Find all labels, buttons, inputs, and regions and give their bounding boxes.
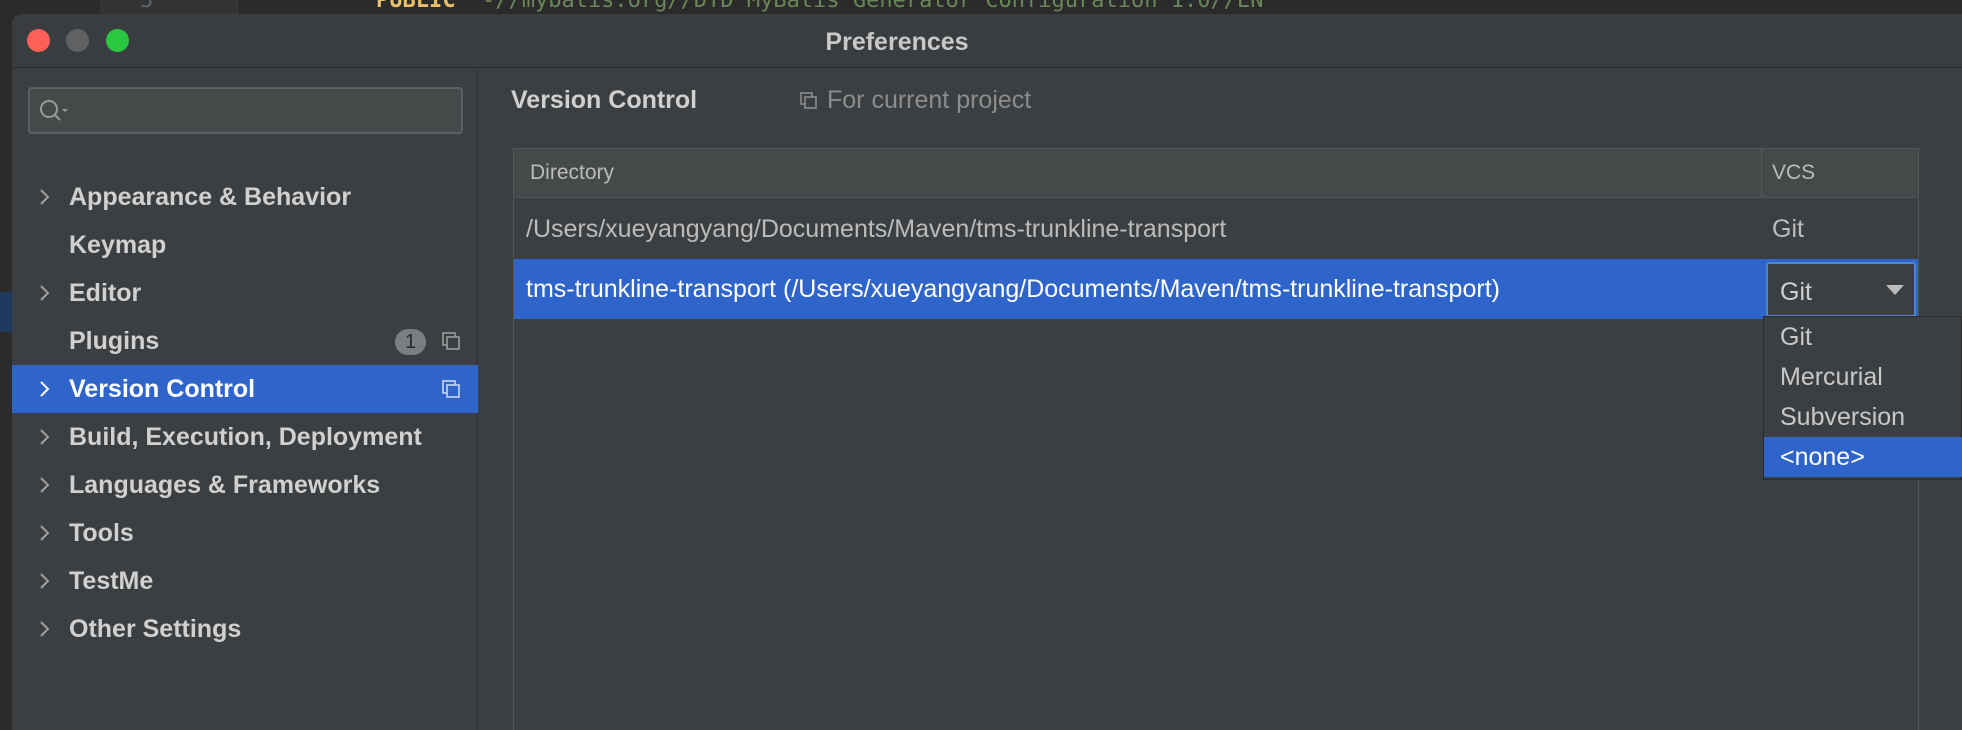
table-row[interactable]: /Users/xueyangyang/Documents/Maven/tms-t…	[514, 199, 1918, 259]
table-header: Directory VCS	[514, 149, 1918, 198]
sidebar-item-label: Editor	[69, 279, 142, 307]
vcs-select[interactable]: Git	[1766, 262, 1916, 317]
vcs-mappings-table: Directory VCS /Users/xueyangyang/Documen…	[513, 148, 1919, 730]
table-row-selected[interactable]: tms-trunkline-transport (/Users/xueyangy…	[514, 259, 1918, 319]
chevron-right-icon	[40, 189, 50, 205]
vcs-option-none[interactable]: <none>	[1764, 437, 1962, 477]
vcs-option-git[interactable]: Git	[1764, 317, 1962, 357]
title-bar: Preferences	[12, 14, 1962, 68]
vcs-dropdown-list: Git Mercurial Subversion <none>	[1763, 316, 1962, 480]
sidebar-item-editor[interactable]: Editor	[12, 269, 478, 317]
sidebar-item-build-execution-deployment[interactable]: Build, Execution, Deployment	[12, 413, 478, 461]
search-icon	[40, 100, 68, 121]
sidebar-item-label: Version Control	[69, 375, 256, 403]
sidebar-item-plugins[interactable]: Plugins 1	[12, 317, 478, 365]
option-label: Git	[1780, 323, 1812, 351]
sidebar-item-label: Build, Execution, Deployment	[69, 423, 422, 451]
scope-text: For current project	[827, 86, 1032, 114]
chevron-right-icon	[40, 429, 50, 445]
vcs-select-value: Git	[1780, 278, 1812, 306]
column-header-vcs[interactable]: VCS	[1772, 161, 1815, 185]
settings-sidebar: Appearance & Behavior Keymap Editor Plug…	[12, 69, 478, 730]
sidebar-item-appearance-behavior[interactable]: Appearance & Behavior	[12, 173, 478, 221]
project-scope-icon	[800, 91, 817, 109]
row-directory: /Users/xueyangyang/Documents/Maven/tms-t…	[526, 215, 1227, 243]
chevron-right-icon	[40, 573, 50, 589]
plugins-update-badge: 1	[395, 329, 426, 355]
project-scope-icon	[442, 380, 460, 398]
code-keyword: PUBLIC	[376, 0, 456, 13]
sidebar-item-label: Tools	[69, 519, 134, 547]
sidebar-item-testme[interactable]: TestMe	[12, 557, 478, 605]
sidebar-item-label: Languages & Frameworks	[69, 471, 381, 499]
window-title: Preferences	[825, 28, 969, 56]
sidebar-item-version-control[interactable]: Version Control	[12, 365, 478, 413]
sidebar-item-label: Plugins	[69, 327, 160, 355]
preferences-window: Preferences Appearance & Behavior Keymap…	[12, 14, 1962, 730]
chevron-right-icon	[40, 285, 50, 301]
editor-gutter	[100, 0, 238, 14]
row-vcs: Git	[1772, 215, 1804, 243]
option-label: Mercurial	[1780, 363, 1883, 391]
editor-line-number: 3	[140, 0, 154, 13]
column-header-directory[interactable]: Directory	[530, 161, 614, 185]
column-divider[interactable]	[1761, 149, 1762, 198]
chevron-right-icon	[40, 621, 50, 637]
settings-search-input[interactable]	[28, 87, 463, 134]
code-string: "-//mybatis.org//DTD MyBatis Generator C…	[468, 0, 1277, 13]
sidebar-item-label: TestMe	[69, 567, 154, 595]
settings-content: Version Control For current project Dire…	[479, 69, 1962, 730]
option-label: <none>	[1780, 443, 1865, 471]
sidebar-item-label: Appearance & Behavior	[69, 183, 352, 211]
sidebar-item-keymap[interactable]: Keymap	[12, 221, 478, 269]
background-editor: 3 PUBLIC "-//mybatis.org//DTD MyBatis Ge…	[0, 0, 1962, 14]
vcs-option-subversion[interactable]: Subversion	[1764, 397, 1962, 437]
sidebar-item-other-settings[interactable]: Other Settings	[12, 605, 478, 653]
option-label: Subversion	[1780, 403, 1906, 431]
vcs-option-mercurial[interactable]: Mercurial	[1764, 357, 1962, 397]
project-scope-icon	[442, 332, 460, 350]
chevron-right-icon	[40, 381, 50, 397]
editor-code-line: PUBLIC "-//mybatis.org//DTD MyBatis Gene…	[376, 0, 1277, 13]
row-directory: tms-trunkline-transport (/Users/xueyangy…	[526, 275, 1500, 303]
chevron-right-icon	[40, 477, 50, 493]
background-accent	[0, 292, 12, 332]
sidebar-item-languages-frameworks[interactable]: Languages & Frameworks	[12, 461, 478, 509]
sidebar-item-label: Other Settings	[69, 615, 242, 643]
chevron-down-icon	[1886, 285, 1904, 295]
chevron-right-icon	[40, 525, 50, 541]
sidebar-item-label: Keymap	[69, 231, 167, 259]
project-scope-label: For current project	[799, 86, 1031, 115]
page-title: Version Control	[511, 86, 698, 114]
sidebar-item-tools[interactable]: Tools	[12, 509, 478, 557]
